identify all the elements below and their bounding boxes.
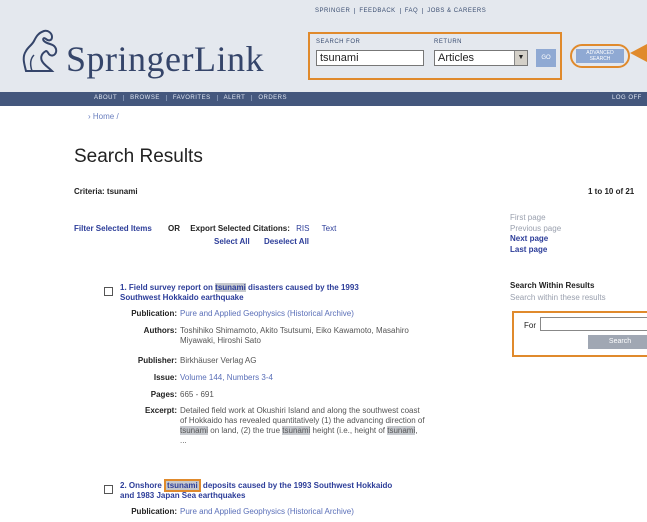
issue-link[interactable]: Volume 144, Numbers 3-4	[180, 373, 520, 383]
result-title-line2: Southwest Hokkaido earthquake	[120, 293, 244, 302]
breadcrumb[interactable]: › Home /	[88, 112, 119, 121]
result-title-part: Field survey report on	[128, 283, 216, 292]
result-checkbox[interactable]	[104, 485, 113, 494]
search-within-subtitle: Search within these results	[510, 293, 606, 302]
excerpt-value: Detailed field work at Okushiri Island a…	[180, 406, 520, 446]
nav-item-orders[interactable]: ORDERS	[252, 95, 293, 101]
last-page-link[interactable]: Last page	[510, 245, 561, 256]
authors-label: Authors:	[143, 326, 177, 335]
advanced-search-label-2: SEARCH	[589, 56, 611, 62]
or-label: OR	[168, 224, 181, 233]
highlighted-term: tsunami	[282, 426, 311, 435]
highlighted-term: tsunami	[215, 283, 246, 292]
top-link-springer[interactable]: SPRINGER	[311, 8, 356, 14]
nav-item-alert[interactable]: ALERT	[218, 95, 253, 101]
excerpt-text: on land, (2) the true	[208, 426, 283, 435]
search-within-button[interactable]: Search	[588, 335, 647, 349]
header: SPRINGER FEEDBACK FAQ JOBS & CAREERS Spr…	[0, 0, 647, 92]
springerlink-logo-text[interactable]: SpringerLink	[66, 38, 264, 80]
select-row: Select All Deselect All	[214, 237, 309, 246]
pointer-arrow-icon	[630, 44, 647, 62]
result-title-line2: and 1983 Japan Sea earthquakes	[120, 491, 246, 500]
authors-line: Toshihiko Shimamoto, Akito Tsutsumi, Eik…	[180, 326, 409, 335]
excerpt-text: height (i.e., height of	[310, 426, 388, 435]
export-citations-label: Export Selected Citations:	[190, 224, 290, 233]
issue-label: Issue:	[153, 373, 177, 382]
search-criteria: Criteria: tsunami	[74, 187, 138, 196]
search-for-label: SEARCH FOR	[316, 39, 361, 45]
return-select-value: Articles	[438, 52, 475, 64]
select-all-link[interactable]: Select All	[214, 237, 250, 246]
top-link-jobs[interactable]: JOBS & CAREERS	[423, 8, 490, 14]
springer-horse-logo-icon[interactable]	[18, 27, 60, 75]
nav-item-favorites[interactable]: FAVORITES	[167, 95, 218, 101]
filter-row: Filter Selected Items OR Export Selected…	[74, 224, 336, 233]
publication-link[interactable]: Pure and Applied Geophysics (Historical …	[180, 309, 520, 319]
highlighted-term: tsunami	[387, 426, 416, 435]
go-button[interactable]: GO	[536, 49, 556, 67]
search-within-input[interactable]	[540, 317, 647, 331]
nav-bar: ABOUT BROWSE FAVORITES ALERT ORDERS LOG …	[0, 92, 647, 106]
excerpt-text: ,	[415, 426, 418, 435]
result-number: 2.	[120, 481, 127, 490]
return-select[interactable]: Articles ▼	[434, 50, 528, 66]
result-title-part: deposits caused by the 1993 Southwest Ho…	[200, 481, 393, 490]
advanced-search-button[interactable]: ADVANCED SEARCH	[576, 49, 624, 63]
filter-selected-link[interactable]: Filter Selected Items	[74, 224, 152, 233]
publisher-label: Publisher:	[137, 356, 177, 365]
authors-value: Toshihiko Shimamoto, Akito Tsutsumi, Eik…	[180, 326, 520, 346]
page-title: Search Results	[74, 146, 203, 167]
result-checkbox[interactable]	[104, 287, 113, 296]
deselect-all-link[interactable]: Deselect All	[264, 237, 309, 246]
for-label: For	[524, 321, 536, 330]
export-ris-link[interactable]: RIS	[296, 224, 309, 233]
result-title-part: disasters caused by the 1993	[245, 283, 359, 292]
search-within-title: Search Within Results	[510, 281, 595, 290]
chevron-down-icon[interactable]: ▼	[514, 51, 527, 65]
search-panel-highlight: SEARCH FOR RETURN tsunami Articles ▼ GO	[308, 32, 562, 80]
nav-item-about[interactable]: ABOUT	[88, 95, 125, 101]
top-link-feedback[interactable]: FEEDBACK	[355, 8, 401, 14]
highlighted-term: tsunami	[180, 426, 209, 435]
authors-line: Miyawaki, Hiroshi Sato	[180, 336, 261, 345]
publication-label: Publication:	[131, 507, 177, 516]
advanced-search-highlight: ADVANCED SEARCH	[570, 44, 630, 68]
publication-label: Publication:	[131, 309, 177, 318]
publication-link[interactable]: Pure and Applied Geophysics (Historical …	[180, 507, 520, 517]
previous-page-link: Previous page	[510, 223, 562, 233]
top-links: SPRINGER FEEDBACK FAQ JOBS & CAREERS	[311, 8, 490, 14]
excerpt-label: Excerpt:	[144, 406, 177, 415]
result-number: 1.	[120, 283, 127, 292]
nav-item-browse[interactable]: BROWSE	[124, 95, 167, 101]
pager: First page Previous page Next page Last …	[510, 213, 561, 255]
search-within-results: Search Within Results Search within thes…	[510, 281, 606, 302]
result-title[interactable]: 2. Onshore tsunami deposits caused by th…	[120, 479, 436, 501]
first-page-link: First page	[510, 213, 546, 222]
return-label: RETURN	[434, 39, 462, 45]
export-text-link[interactable]: Text	[322, 224, 337, 233]
search-input[interactable]: tsunami	[316, 50, 424, 66]
excerpt-line: Detailed field work at Okushiri Island a…	[180, 406, 420, 415]
result-title[interactable]: 1. Field survey report on tsunami disast…	[120, 283, 436, 303]
log-off-link[interactable]: LOG OFF	[612, 95, 642, 101]
pages-label: Pages:	[150, 390, 177, 399]
next-page-link[interactable]: Next page	[510, 234, 561, 245]
publisher-value: Birkhäuser Verlag AG	[180, 356, 257, 365]
excerpt-ellipsis: ...	[180, 436, 187, 445]
pages-value: 665 - 691	[180, 390, 214, 399]
result-title-part: Onshore	[128, 481, 165, 490]
excerpt-line: of Hokkaido has revealed quantitatively …	[180, 416, 425, 425]
result-count: 1 to 10 of 21	[588, 187, 635, 196]
search-within-highlight: For Search	[512, 311, 647, 357]
top-link-faq[interactable]: FAQ	[401, 8, 424, 14]
